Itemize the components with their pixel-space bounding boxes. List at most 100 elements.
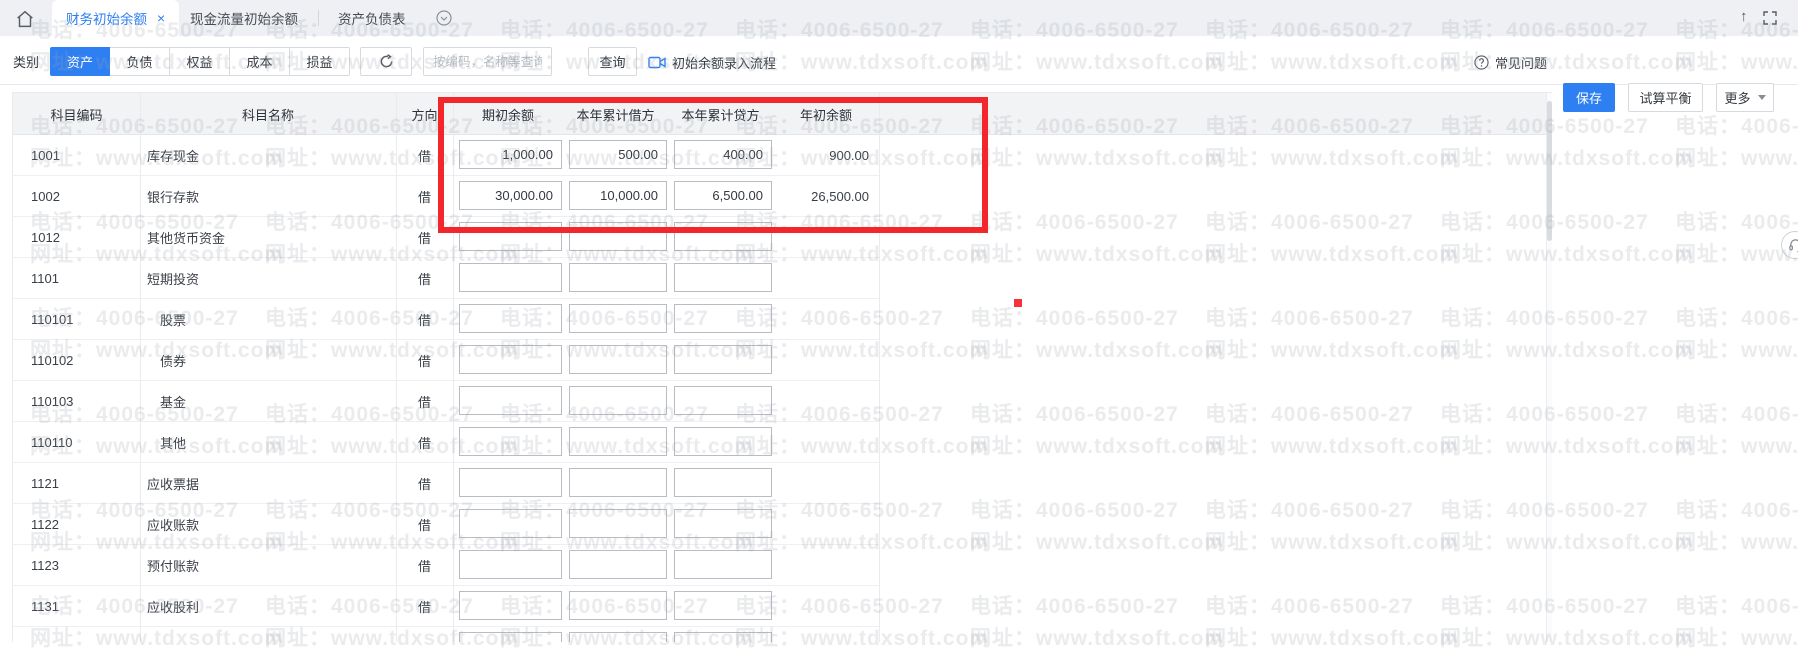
tab-balance-sheet[interactable]: 资产负债表 [338,0,406,36]
account-name: 短期投资 [140,258,396,298]
ytd-debit-input[interactable] [569,427,667,456]
ytd-credit-input[interactable] [674,181,772,210]
watermark-phone: 电话：4006-6500-27 [1675,398,1798,428]
ytd-credit-input[interactable] [674,427,772,456]
year-begin-balance [773,504,879,544]
account-code: 1012 [13,217,140,257]
account-name [140,627,396,642]
ytd-debit-input[interactable] [569,263,667,292]
more-button[interactable]: 更多 [1716,83,1774,112]
ytd-credit-input[interactable] [674,263,772,292]
balance-direction: 借 [396,545,453,585]
chevron-down-circle-icon[interactable] [436,10,452,26]
col-header-account-name: 科目名称 [140,93,396,135]
ytd-debit-input[interactable] [569,222,667,251]
opening-balance-input[interactable] [459,468,562,497]
video-camera-icon [648,56,666,69]
customer-service-bubble[interactable] [1781,231,1798,259]
ytd-credit-input[interactable] [674,509,772,538]
table-row: 1123预付账款借 [13,545,879,586]
grid-line [396,93,397,642]
table-row [13,627,879,642]
faq-link[interactable]: 常见问题 [1474,53,1547,72]
account-code: 1123 [13,545,140,585]
opening-balance-input[interactable] [459,632,562,642]
ytd-debit-input[interactable] [569,345,667,374]
col-header-ytd-credit: 本年累计贷方 [668,93,773,135]
table-row: 1001库存现金借900.00 [13,135,879,176]
account-name: 其他货币资金 [140,217,396,257]
account-code: 1121 [13,463,140,503]
watermark-phone: 电话：4006-6500-27 [1675,110,1798,140]
year-begin-balance [773,627,879,642]
col-header-account-code: 科目编码 [13,93,140,135]
ytd-debit-input[interactable] [569,509,667,538]
tab-cashflow-initial-balance[interactable]: 现金流量初始余额 [190,0,298,36]
close-icon[interactable]: × [157,10,165,26]
opening-balance-input[interactable] [459,140,562,169]
ytd-debit-input[interactable] [569,591,667,620]
table-row: 1002银行存款借26,500.00 [13,176,879,217]
category-assets[interactable]: 资产 [50,47,110,76]
opening-balance-input[interactable] [459,304,562,333]
opening-balance-input[interactable] [459,427,562,456]
ytd-debit-input[interactable] [569,550,667,579]
ytd-credit-input[interactable] [674,550,772,579]
save-button[interactable]: 保存 [1563,83,1615,112]
ytd-credit-input[interactable] [674,386,772,415]
opening-balance-input[interactable] [459,591,562,620]
ytd-debit-input[interactable] [569,304,667,333]
year-begin-balance [773,422,879,462]
category-profit-loss[interactable]: 损益 [290,47,350,76]
ytd-debit-input[interactable] [569,181,667,210]
opening-balance-input[interactable] [459,386,562,415]
trial-balance-button[interactable]: 试算平衡 [1628,83,1703,112]
table-row: 1131应收股利借 [13,586,879,627]
opening-balance-input[interactable] [459,181,562,210]
year-begin-balance: 900.00 [773,135,879,175]
vertical-scrollbar-thumb[interactable] [1547,101,1552,241]
ytd-credit-input[interactable] [674,345,772,374]
opening-balance-input[interactable] [459,550,562,579]
search-button[interactable]: 查询 [588,47,637,76]
category-equity[interactable]: 权益 [170,47,230,76]
account-name: 债券 [140,340,396,380]
ytd-credit-input[interactable] [674,222,772,251]
watermark-phone: 电话：4006-6500-27 [1675,494,1798,524]
tab-label: 现金流量初始余额 [190,8,298,28]
watermark-site: 网址：www.tdxsoft.com [1675,334,1798,364]
ytd-credit-input[interactable] [674,632,772,642]
ytd-debit-input[interactable] [569,632,667,642]
table-row: 1101短期投资借 [13,258,879,299]
category-cost[interactable]: 成本 [230,47,290,76]
ytd-debit-input[interactable] [569,140,667,169]
ytd-debit-input[interactable] [569,386,667,415]
account-name: 应收账款 [140,504,396,544]
refresh-button[interactable] [360,47,412,76]
opening-balance-input[interactable] [459,263,562,292]
balance-direction: 借 [396,299,453,339]
initial-balance-process-link[interactable]: 初始余额录入流程 [648,53,776,72]
tab-financial-initial-balance[interactable]: 财务初始余额 × [52,0,179,36]
ytd-credit-input[interactable] [674,591,772,620]
fullscreen-icon[interactable] [1763,11,1777,25]
table-row: 110103基金借 [13,381,879,422]
ytd-credit-input[interactable] [674,140,772,169]
watermark-site: 网址：www.tdxsoft.com [1675,238,1798,268]
home-icon[interactable] [14,8,36,30]
opening-balance-input[interactable] [459,222,562,251]
ytd-debit-input[interactable] [569,468,667,497]
ytd-credit-input[interactable] [674,468,772,497]
scroll-top-icon[interactable]: ↑ [1740,8,1748,25]
refresh-icon [379,54,394,69]
opening-balance-input[interactable] [459,509,562,538]
balance-direction: 借 [396,176,453,216]
search-input[interactable] [423,47,552,76]
ytd-credit-input[interactable] [674,304,772,333]
category-liabilities[interactable]: 负债 [110,47,170,76]
opening-balance-input[interactable] [459,345,562,374]
balance-direction: 借 [396,340,453,380]
account-code: 1131 [13,586,140,626]
account-code: 110110 [13,422,140,462]
col-header-opening-balance: 期初余额 [453,93,563,135]
